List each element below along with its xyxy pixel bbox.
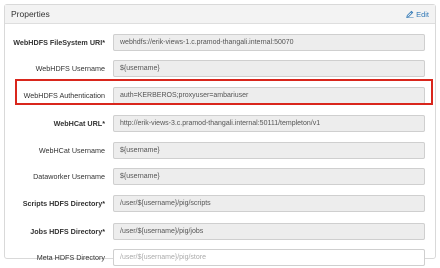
scripts-hdfs-directory-field[interactable]: /user/${username}/pig/scripts <box>113 194 425 212</box>
webhdfs-username-field[interactable]: ${username} <box>113 59 425 77</box>
edit-button[interactable]: Edit <box>406 10 429 19</box>
field-label: Dataworker Username <box>33 171 105 181</box>
row-scripts-hdfs-directory: Scripts HDFS Directory* /user/${username… <box>5 192 435 214</box>
row-webhcat-username: WebHCat Username ${username} <box>5 139 435 161</box>
panel-title: Properties <box>11 9 50 19</box>
webhdfs-uri-field[interactable]: webhdfs://erik-views-1.c.pramod-thangali… <box>113 33 425 51</box>
dataworker-username-field[interactable]: ${username} <box>113 167 425 185</box>
field-label: Meta HDFS Directory <box>36 252 105 262</box>
edit-label: Edit <box>416 9 429 19</box>
field-label: WebHDFS FileSystem URI* <box>13 37 105 47</box>
row-webhdfs-uri: WebHDFS FileSystem URI* webhdfs://erik-v… <box>5 31 435 53</box>
field-label: Scripts HDFS Directory* <box>22 198 105 208</box>
panel-header: Properties Edit <box>5 5 435 24</box>
field-label: WebHCat Username <box>38 145 105 155</box>
webhcat-username-field[interactable]: ${username} <box>113 141 425 159</box>
pencil-edit-icon <box>406 10 414 18</box>
field-label: WebHCat URL* <box>53 118 105 128</box>
field-label: Jobs HDFS Directory* <box>30 226 105 236</box>
field-label: WebHDFS Username <box>35 63 105 73</box>
row-webhdfs-username: WebHDFS Username ${username} <box>5 57 435 79</box>
jobs-hdfs-directory-field[interactable]: /user/${username}/pig/jobs <box>113 222 425 240</box>
row-webhcat-url: WebHCat URL* http://erik-views-3.c.pramo… <box>5 112 435 134</box>
properties-panel: Properties Edit WebHDFS FileSystem URI* … <box>4 4 436 266</box>
row-dataworker-username: Dataworker Username ${username} <box>5 165 435 187</box>
row-jobs-hdfs-directory: Jobs HDFS Directory* /user/${username}/p… <box>5 220 435 242</box>
row-webhdfs-authentication: WebHDFS Authentication auth=KERBEROS;pro… <box>5 84 435 106</box>
webhdfs-authentication-field[interactable]: auth=KERBEROS;proxyuser=ambariuser <box>113 86 425 104</box>
webhcat-url-field[interactable]: http://erik-views-3.c.pramod-thangali.in… <box>113 114 425 132</box>
row-meta-hdfs-directory: Meta HDFS Directory /user/${username}/pi… <box>5 246 435 268</box>
field-label: WebHDFS Authentication <box>23 90 105 100</box>
meta-hdfs-directory-field[interactable]: /user/${username}/pig/store <box>113 248 425 266</box>
